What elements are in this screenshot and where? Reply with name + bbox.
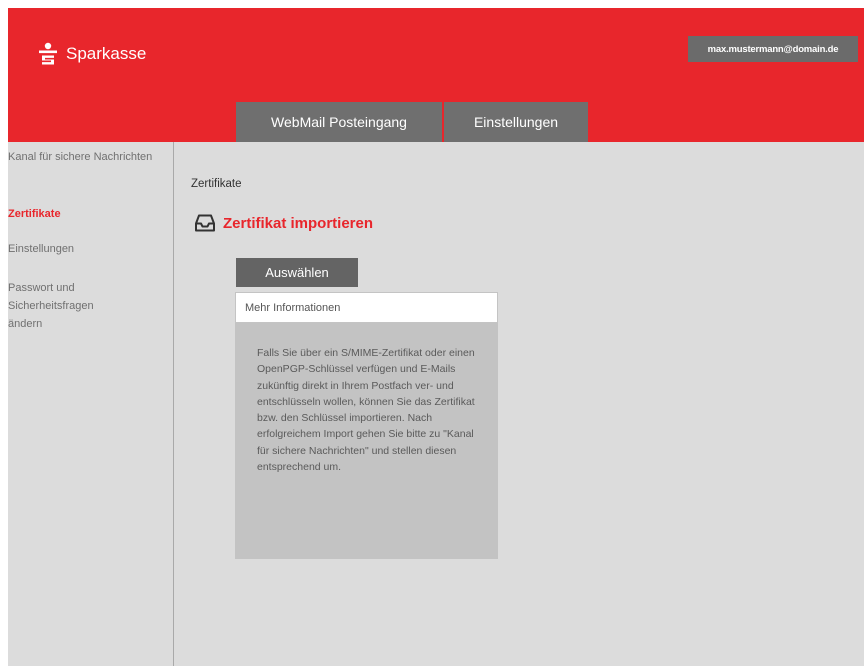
inbox-tray-icon xyxy=(195,214,215,232)
top-header: Sparkasse max.mustermann@domain.de WebMa… xyxy=(8,8,864,142)
sparkasse-logo-icon xyxy=(39,42,57,65)
main-content: Zertifikate Zertifikat importieren Auswä… xyxy=(174,142,864,666)
sidebar-item-settings[interactable]: Einstellungen xyxy=(8,240,168,258)
sidebar: Kanal für sichere Nachrichten Zertifikat… xyxy=(8,142,174,666)
brand-logo[interactable]: Sparkasse xyxy=(38,42,146,66)
select-file-button[interactable]: Auswählen xyxy=(236,258,358,287)
page-title: Zertifikate xyxy=(191,178,242,190)
tab-settings[interactable]: Einstellungen xyxy=(444,102,588,142)
more-info-text: Falls Sie über ein S/MIME-Zertifikat ode… xyxy=(235,323,498,559)
sidebar-item-password-security[interactable]: Passwort und Sicherheitsfragen ändern xyxy=(8,279,118,333)
brand-name: Sparkasse xyxy=(66,44,147,63)
import-heading-label: Zertifikat importieren xyxy=(223,214,374,232)
import-certificate-heading: Zertifikat importieren xyxy=(195,214,373,232)
app-window: Sparkasse max.mustermann@domain.de WebMa… xyxy=(8,8,864,666)
user-account-button[interactable]: max.mustermann@domain.de xyxy=(688,36,858,62)
sidebar-item-secure-channel[interactable]: Kanal für sichere Nachrichten xyxy=(8,148,168,166)
sidebar-item-certificates[interactable]: Zertifikate xyxy=(8,205,168,223)
tab-webmail-inbox[interactable]: WebMail Posteingang xyxy=(236,102,442,142)
more-info-toggle[interactable]: Mehr Informationen xyxy=(235,292,498,323)
